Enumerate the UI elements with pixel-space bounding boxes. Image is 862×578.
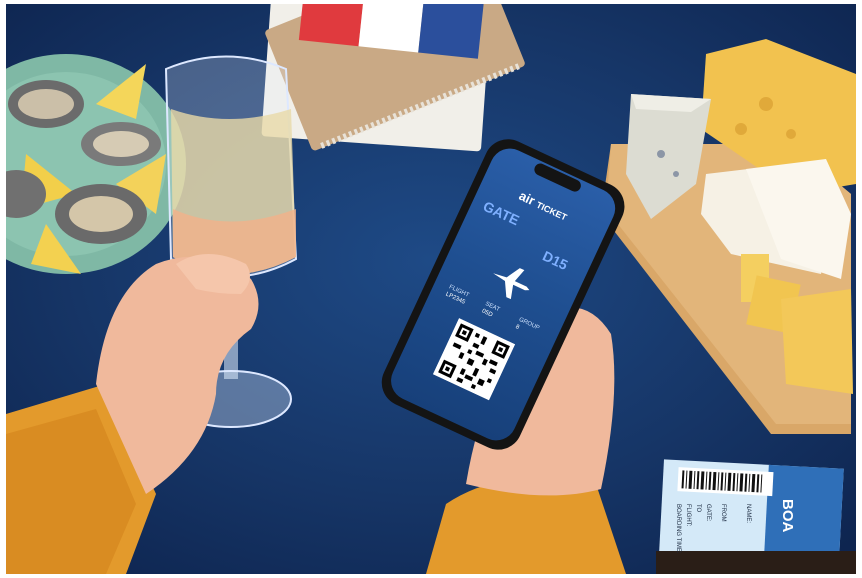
ticket-board-text: BOA <box>779 499 796 533</box>
ticket-from-label: FROM <box>720 504 726 522</box>
photo-scene: air TICKET GATE D15 FLIGHT LP2345 SEAT 0… <box>6 4 856 574</box>
ticket-name-label: NAME: <box>745 504 751 524</box>
ticket-flight-label: FLIGHT: <box>685 504 691 527</box>
ticket-gate-label: GATE: <box>705 504 711 522</box>
left-arm <box>6 254 259 574</box>
ticket-to-label: TO <box>695 504 701 513</box>
ticket-boarding-label: BOARDING TIME: <box>675 504 681 554</box>
